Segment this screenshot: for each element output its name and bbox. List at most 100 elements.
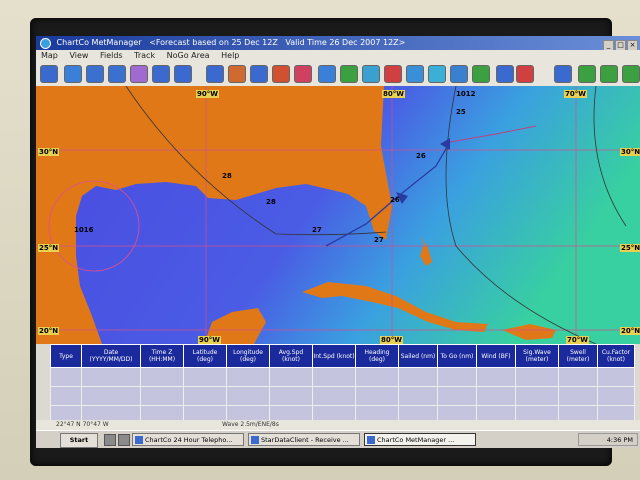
current-icon[interactable] [384, 65, 402, 83]
task-metmanager[interactable]: ChartCo MetManager ... [364, 433, 476, 446]
metmanager-window: ChartCo MetManager <Forecast based on 25… [36, 36, 640, 448]
column-header[interactable]: Int.Spd (knot) [312, 344, 356, 368]
zoom-in-icon[interactable] [86, 65, 104, 83]
menu-map[interactable]: Map [41, 51, 58, 60]
table-cell[interactable] [183, 386, 227, 406]
column-header[interactable]: Heading (deg) [355, 344, 399, 368]
table-cell[interactable] [50, 386, 82, 406]
column-header[interactable]: Wind (BF) [476, 344, 516, 368]
back-icon[interactable] [600, 65, 618, 83]
globe-icon[interactable] [152, 65, 170, 83]
isobar-label: 28 [222, 172, 232, 180]
table-cell[interactable] [355, 386, 399, 406]
table-cell[interactable] [437, 386, 477, 406]
start-button[interactable]: Start [60, 433, 98, 448]
forward-icon[interactable] [622, 65, 640, 83]
table-cell[interactable] [269, 386, 313, 406]
table-cell[interactable] [398, 386, 438, 406]
table-cell[interactable] [312, 367, 356, 387]
longitude-label: 70°W [566, 336, 589, 344]
menu-nogo-area[interactable]: NoGo Area [167, 51, 210, 60]
latitude-label: 30°N [38, 148, 60, 156]
menu-help[interactable]: Help [221, 51, 239, 60]
column-header[interactable]: Sig.Wave (meter) [515, 344, 559, 368]
calendar-icon[interactable] [554, 65, 572, 83]
table-cell[interactable] [558, 386, 598, 406]
arrow-icon[interactable] [472, 65, 490, 83]
waves-icon[interactable] [228, 65, 246, 83]
refresh-icon[interactable] [64, 65, 82, 83]
table-cell[interactable] [140, 367, 184, 387]
isobar-label: 27 [312, 226, 322, 234]
weather-map[interactable]: 90°W 80°W 70°W 90°W 80°W 70°W 30°N 25°N 20°N 30°N… [36, 86, 640, 344]
zoom-out-icon[interactable] [108, 65, 126, 83]
window-title: ChartCo MetManager [56, 38, 142, 47]
column-header[interactable]: Date (YYYY/MM/DD) [81, 344, 141, 368]
target-icon[interactable] [496, 65, 514, 83]
table-cell[interactable] [81, 386, 141, 406]
column-header[interactable]: Time Z (HH:MM) [140, 344, 184, 368]
isobar-label: 27 [374, 236, 384, 244]
task-label: ChartCo MetManager ... [377, 436, 455, 444]
route-icon[interactable] [428, 65, 446, 83]
table-cell[interactable] [50, 367, 82, 387]
table-cell[interactable] [437, 367, 477, 387]
task-stardataclient[interactable]: StarDataClient - Receive ... [248, 433, 360, 446]
play-icon[interactable] [516, 65, 534, 83]
temperature-icon[interactable] [318, 65, 336, 83]
column-header[interactable]: Cu.Factor (knot) [597, 344, 635, 368]
latitude-label: 25°N [620, 244, 640, 252]
table-cell[interactable] [398, 367, 438, 387]
table-cell[interactable] [558, 367, 598, 387]
menu-track[interactable]: Track [134, 51, 155, 60]
settings-icon[interactable] [450, 65, 468, 83]
column-header[interactable]: Type [50, 344, 82, 368]
valid-time: Valid Time 26 Dec 2007 12Z> [285, 38, 406, 47]
isobar-label: 26 [416, 152, 426, 160]
menu-fields[interactable]: Fields [100, 51, 123, 60]
column-header[interactable]: To Go (nm) [437, 344, 477, 368]
explorer-icon[interactable] [118, 434, 130, 446]
table-cell[interactable] [476, 386, 516, 406]
isobar-label: 26 [390, 196, 400, 204]
menu-view[interactable]: View [69, 51, 88, 60]
column-header[interactable]: Latitude (deg) [183, 344, 227, 368]
column-header[interactable]: Swell (meter) [558, 344, 598, 368]
task-chartco-telephone[interactable]: ChartCo 24 Hour Telepho... [132, 433, 244, 446]
table-cell[interactable] [226, 367, 270, 387]
task-label: ChartCo 24 Hour Telepho... [145, 436, 233, 444]
desktop-icon[interactable] [104, 434, 116, 446]
table-cell[interactable] [597, 367, 635, 387]
swell-icon[interactable] [406, 65, 424, 83]
anchor-icon[interactable] [272, 65, 290, 83]
print-icon[interactable] [578, 65, 596, 83]
wave-info: Wave 2.5m/ENE/8s [222, 421, 279, 428]
table-cell[interactable] [355, 367, 399, 387]
ship-icon[interactable] [250, 65, 268, 83]
column-header[interactable]: Sailed (nm) [398, 344, 438, 368]
flag-icon[interactable] [174, 65, 192, 83]
boat-icon[interactable] [206, 65, 224, 83]
table-cell[interactable] [515, 367, 559, 387]
table-row[interactable] [50, 386, 635, 406]
system-clock: 4:36 PM [578, 433, 638, 446]
table-cell[interactable] [226, 386, 270, 406]
column-header[interactable]: Avg.Spd (knot) [269, 344, 313, 368]
column-header[interactable]: Longitude (deg) [226, 344, 270, 368]
table-cell[interactable] [515, 386, 559, 406]
layers-icon[interactable] [40, 65, 58, 83]
isobar-label: 1016 [74, 226, 94, 234]
table-cell[interactable] [81, 367, 141, 387]
table-cell[interactable] [597, 386, 635, 406]
pressure-icon[interactable] [294, 65, 312, 83]
table-cell[interactable] [312, 386, 356, 406]
wind-icon[interactable] [340, 65, 358, 83]
table-cell[interactable] [140, 386, 184, 406]
cloud-icon[interactable] [130, 65, 148, 83]
rain-icon[interactable] [362, 65, 380, 83]
table-cell[interactable] [183, 367, 227, 387]
table-cell[interactable] [476, 367, 516, 387]
window-subtitle: <Forecast based on 25 Dec 12Z [149, 38, 278, 47]
table-cell[interactable] [269, 367, 313, 387]
table-row[interactable] [50, 367, 635, 387]
